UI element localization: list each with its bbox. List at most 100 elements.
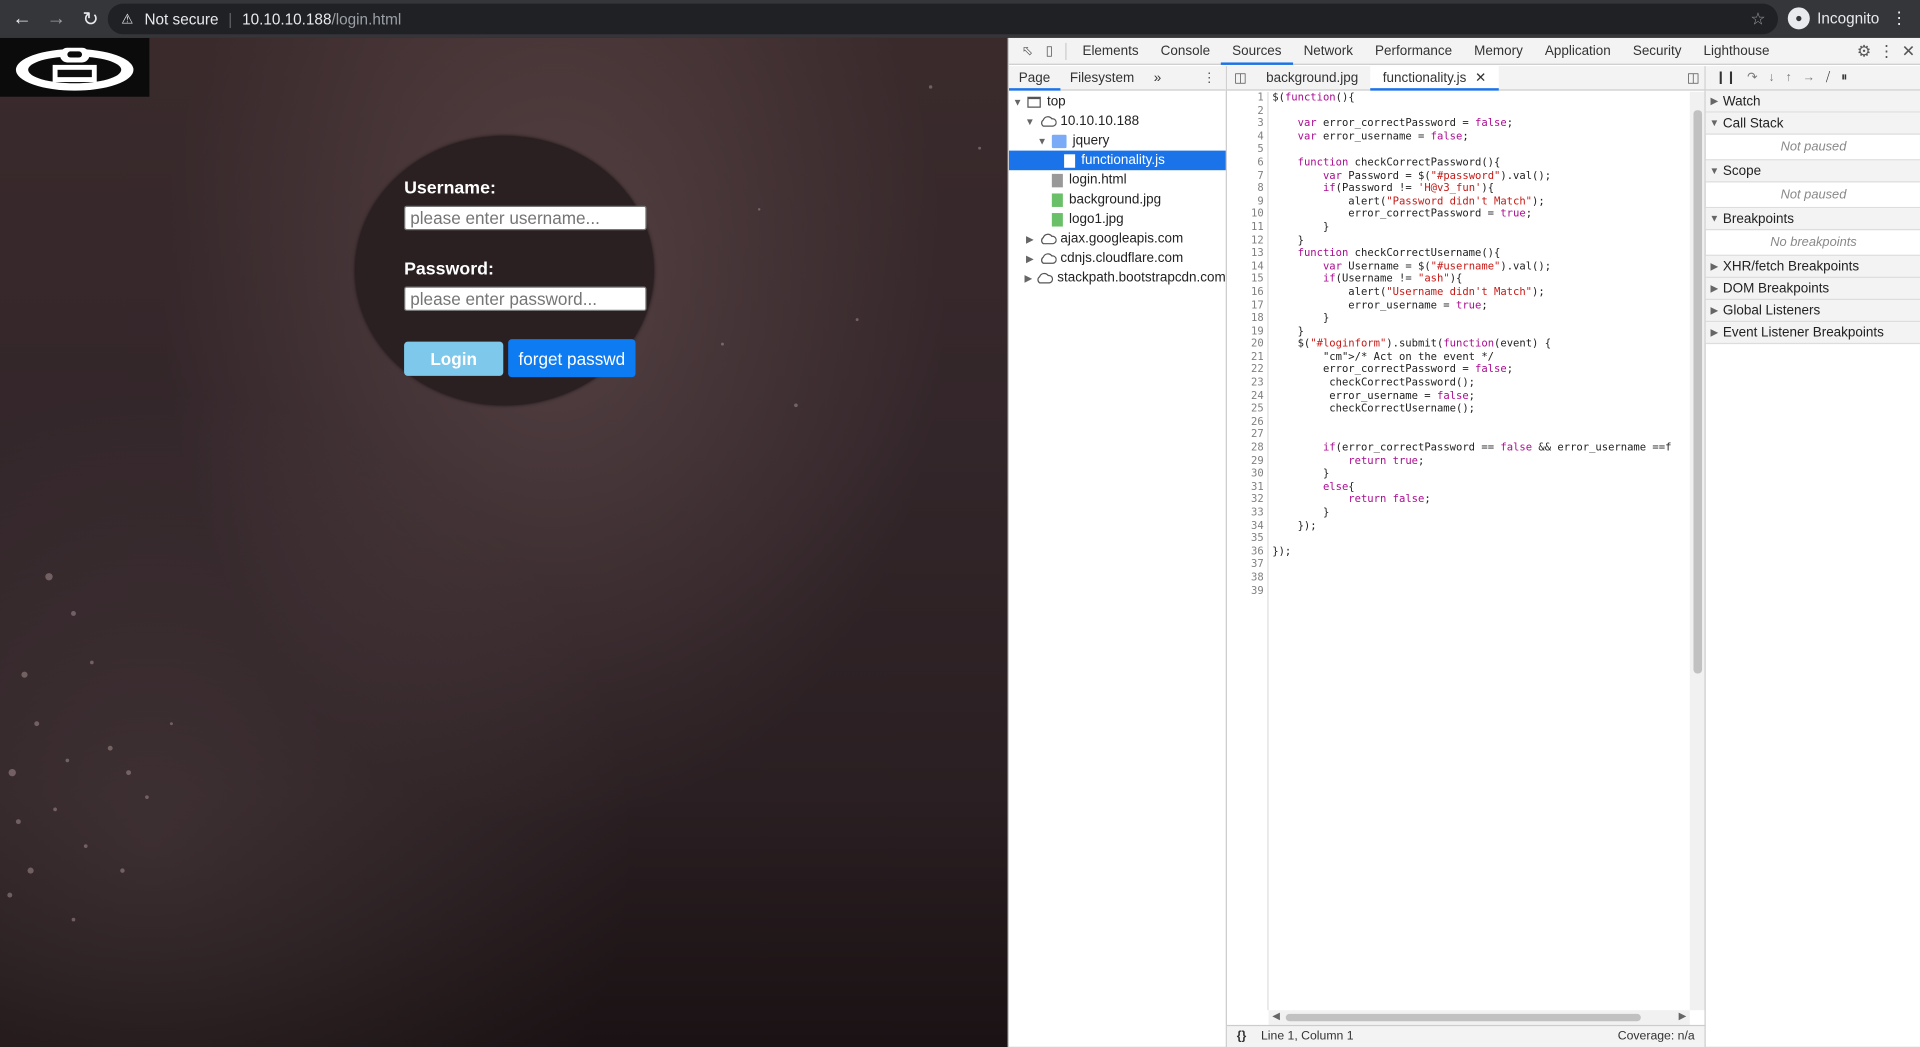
line-number[interactable]: 31 [1227, 481, 1267, 494]
line-number[interactable]: 5 [1227, 144, 1267, 157]
tab-application[interactable]: Application [1534, 37, 1622, 64]
line-number[interactable]: 34 [1227, 520, 1267, 533]
incognito-profile[interactable]: ● Incognito [1787, 5, 1879, 32]
scroll-left-icon[interactable]: ◀ [1272, 1010, 1280, 1021]
devtools-menu-icon[interactable]: ⋮ [1878, 42, 1894, 62]
forget-password-button[interactable]: forget passwd [508, 339, 636, 378]
pause-on-exceptions-icon[interactable]: ⏸ [1841, 71, 1847, 84]
password-input[interactable] [404, 286, 647, 312]
line-number[interactable]: 2 [1227, 105, 1267, 118]
line-number[interactable]: 19 [1227, 325, 1267, 338]
line-number[interactable]: 21 [1227, 351, 1267, 364]
tab-network[interactable]: Network [1293, 37, 1364, 64]
scroll-thumb[interactable] [1693, 110, 1703, 674]
line-number[interactable]: 13 [1227, 248, 1267, 261]
tab-sources[interactable]: Sources [1221, 37, 1293, 65]
line-number[interactable]: 39 [1227, 585, 1267, 598]
line-number[interactable]: 29 [1227, 455, 1267, 468]
tab-security[interactable]: Security [1622, 37, 1693, 64]
step-icon[interactable]: → [1803, 71, 1815, 84]
line-number[interactable]: 8 [1227, 183, 1267, 196]
device-toolbar-icon[interactable]: ▯ [1038, 40, 1060, 62]
tree-item-top[interactable]: ▼ top [1009, 92, 1226, 112]
forward-icon[interactable]: → [42, 4, 71, 33]
tree-item-cloudflare[interactable]: ▶ cdnjs.cloudflare.com [1009, 249, 1226, 269]
line-number[interactable]: 3 [1227, 118, 1267, 131]
line-number[interactable]: 24 [1227, 390, 1267, 403]
line-number[interactable]: 17 [1227, 299, 1267, 312]
line-number[interactable]: 11 [1227, 222, 1267, 235]
browser-menu-icon[interactable]: ⋮ [1891, 9, 1908, 26]
debugger-section-header[interactable]: ▼ Scope [1705, 160, 1920, 183]
line-number[interactable]: 4 [1227, 131, 1267, 144]
step-out-icon[interactable]: ↑ [1786, 71, 1792, 84]
line-number[interactable]: 27 [1227, 429, 1267, 442]
tab-lighthouse[interactable]: Lighthouse [1693, 37, 1781, 64]
line-number[interactable]: 15 [1227, 273, 1267, 286]
line-number[interactable]: 10 [1227, 209, 1267, 222]
debugger-section-header[interactable]: ▶ DOM Breakpoints [1705, 277, 1920, 301]
reload-icon[interactable]: ↻ [76, 4, 105, 33]
line-number[interactable]: 18 [1227, 312, 1267, 325]
tree-item-jquery[interactable]: ▼ jquery [1009, 131, 1226, 151]
line-number[interactable]: 23 [1227, 377, 1267, 390]
tab-elements[interactable]: Elements [1071, 37, 1149, 64]
line-number[interactable]: 32 [1227, 494, 1267, 507]
line-number[interactable]: 25 [1227, 403, 1267, 416]
tab-filesystem[interactable]: Filesystem [1060, 66, 1144, 90]
tab-console[interactable]: Console [1150, 37, 1221, 64]
line-number[interactable]: 20 [1227, 338, 1267, 351]
line-number[interactable]: 16 [1227, 286, 1267, 299]
tree-item-logo1-jpg[interactable]: logo1.jpg [1009, 209, 1226, 229]
address-bar[interactable]: ⚠ Not secure | 10.10.10.188/login.html ☆ [107, 3, 1778, 35]
navigator-menu-icon[interactable]: ⋮ [1202, 70, 1215, 86]
tree-item-host[interactable]: ▼ 10.10.10.188 [1009, 111, 1226, 131]
login-button[interactable]: Login [404, 341, 504, 376]
line-number[interactable]: 7 [1227, 170, 1267, 183]
horizontal-scrollbar[interactable]: ◀ ▶ [1268, 1010, 1690, 1025]
editor-tab-background-jpg[interactable]: background.jpg [1254, 66, 1371, 90]
more-tabs-icon[interactable]: » [1144, 66, 1171, 90]
tree-item-googleapis[interactable]: ▶ ajax.googleapis.com [1009, 229, 1226, 249]
debugger-section-header[interactable]: ▼ Call Stack [1705, 112, 1920, 135]
close-tab-icon[interactable]: ✕ [1475, 70, 1486, 85]
debugger-section-header[interactable]: ▼ Breakpoints [1705, 208, 1920, 231]
line-number[interactable]: 35 [1227, 533, 1267, 546]
line-number[interactable]: 36 [1227, 546, 1267, 559]
debugger-section-header[interactable]: ▶ XHR/fetch Breakpoints [1705, 255, 1920, 278]
username-input[interactable] [404, 205, 647, 231]
settings-gear-icon[interactable]: ⚙ [1857, 42, 1871, 62]
step-into-icon[interactable]: ↓ [1768, 71, 1774, 84]
tree-item-functionality-js[interactable]: functionality.js [1008, 150, 1226, 171]
line-number[interactable]: 38 [1227, 572, 1267, 585]
tab-memory[interactable]: Memory [1463, 37, 1534, 64]
debugger-section-header[interactable]: ▶ Watch [1705, 90, 1920, 113]
pause-icon[interactable]: ❙❙ [1716, 71, 1737, 84]
code-area[interactable]: 1 2 3 4 5 6 7 8 9 10 11 12 13 14 15 16 17 18 19 20 21 22 23 24 2… [1226, 91, 1690, 1011]
line-number[interactable]: 28 [1227, 442, 1267, 455]
line-number[interactable]: 33 [1227, 507, 1267, 520]
line-number[interactable]: 26 [1227, 416, 1267, 429]
line-number[interactable]: 6 [1227, 157, 1267, 170]
debugger-section-header[interactable]: ▶ Global Listeners [1705, 300, 1920, 323]
vertical-scrollbar[interactable] [1689, 91, 1705, 1011]
tree-item-background-jpg[interactable]: background.jpg [1009, 190, 1226, 210]
scroll-right-icon[interactable]: ▶ [1679, 1010, 1687, 1021]
debugger-section-header[interactable]: ▶ Event Listener Breakpoints [1705, 322, 1920, 345]
deactivate-breakpoints-icon[interactable]: ⧸ [1826, 71, 1830, 84]
line-number[interactable]: 37 [1227, 559, 1267, 572]
toggle-debugger-icon[interactable]: ◫ [1687, 70, 1700, 86]
line-number[interactable]: 1 [1227, 92, 1267, 105]
line-number[interactable]: 30 [1227, 468, 1267, 481]
bookmark-star-icon[interactable]: ☆ [1750, 9, 1765, 30]
tab-page[interactable]: Page [1008, 66, 1061, 91]
close-devtools-icon[interactable]: ✕ [1902, 42, 1915, 62]
step-over-icon[interactable]: ↷ [1747, 71, 1757, 84]
editor-tab-functionality-js[interactable]: functionality.js ✕ [1370, 65, 1499, 91]
scroll-thumb[interactable] [1285, 1013, 1641, 1022]
inspect-element-icon[interactable]: ⬁ [1016, 40, 1038, 62]
line-number[interactable]: 22 [1227, 364, 1267, 377]
line-number[interactable]: 12 [1227, 235, 1267, 248]
tree-item-bootstrapcdn[interactable]: ▶ stackpath.bootstrapcdn.com [1009, 268, 1225, 288]
toggle-navigator-icon[interactable]: ◫ [1227, 70, 1254, 86]
